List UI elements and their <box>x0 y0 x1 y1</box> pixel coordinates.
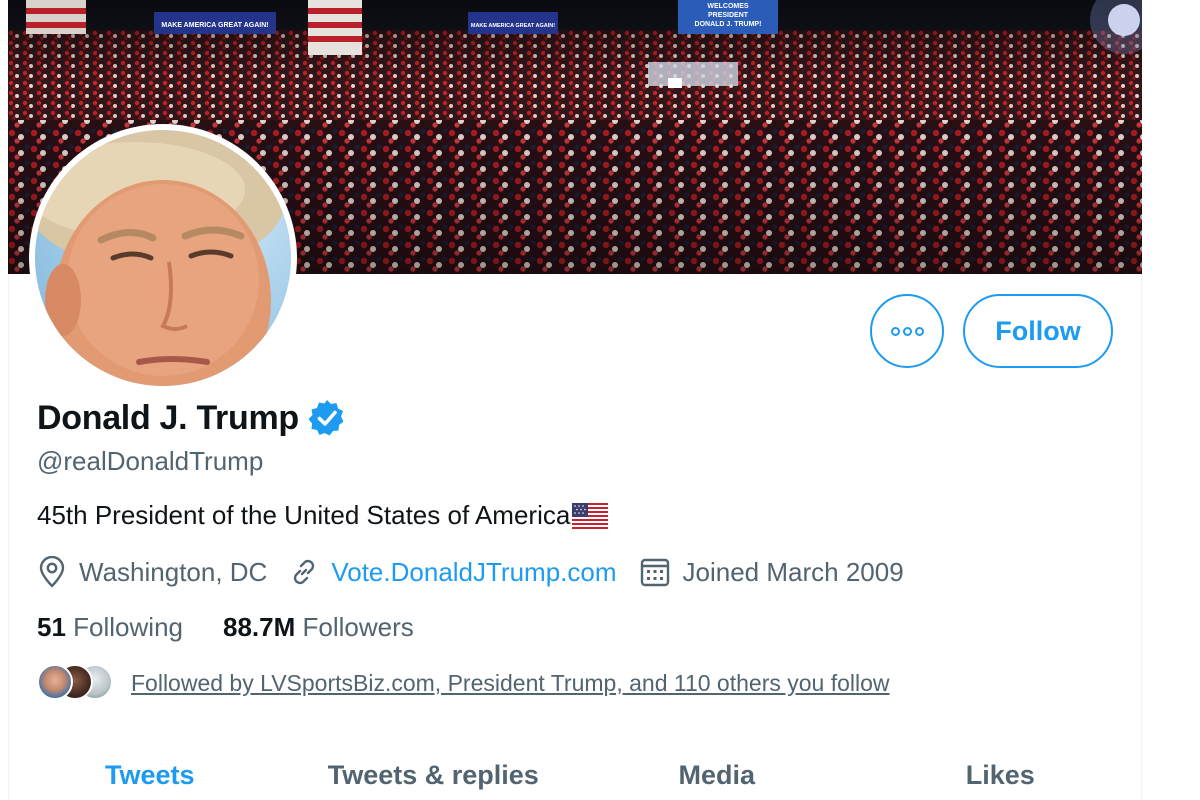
followed-by-link[interactable]: Followed by LVSportsBiz.com, President T… <box>131 670 890 697</box>
location-item: Washington, DC <box>37 556 267 588</box>
name-row: Donald J. Trump <box>37 398 347 438</box>
followed-by-row: Followed by LVSportsBiz.com, President T… <box>37 664 890 702</box>
tab-tweets[interactable]: Tweets <box>8 752 292 800</box>
display-name: Donald J. Trump <box>37 398 299 437</box>
following-count: 51 <box>37 612 66 642</box>
following-label: Following <box>73 612 183 642</box>
verified-badge-icon <box>308 400 344 436</box>
banner-sign-4: PRESIDENT <box>708 12 749 19</box>
location-pin-icon <box>39 556 65 588</box>
following-stat[interactable]: 51 Following <box>37 612 183 643</box>
more-options-button[interactable] <box>870 294 944 368</box>
link-icon <box>294 559 315 585</box>
banner-sign-5: DONALD J. TRUMP! <box>695 21 762 28</box>
joined-text: Joined March 2009 <box>682 556 904 587</box>
tab-tweets-and-replies[interactable]: Tweets & replies <box>292 752 576 800</box>
profile-meta: Washington, DC Vote.DonaldJTrump.com Joi… <box>37 556 926 588</box>
follow-stats: 51 Following 88.7M Followers <box>37 612 454 643</box>
website-link[interactable]: Vote.DonaldJTrump.com <box>331 557 616 588</box>
banner-sign-1: MAKE AMERICA GREAT AGAIN! <box>161 22 268 29</box>
profile-bio: 45th President of the United States of A… <box>37 500 609 531</box>
followers-count: 88.7M <box>222 612 296 642</box>
joined-item: Joined March 2009 <box>639 556 904 588</box>
followed-by-avatars[interactable] <box>37 664 121 702</box>
profile-tabs: Tweets Tweets & replies Media Likes <box>8 752 1142 800</box>
website-item: Vote.DonaldJTrump.com <box>289 557 617 588</box>
location-text: Washington, DC <box>79 556 268 587</box>
followers-stat[interactable]: 88.7M Followers <box>223 612 414 643</box>
user-handle: @realDonaldTrump <box>37 446 264 476</box>
us-flag-icon <box>572 502 609 529</box>
profile-avatar[interactable] <box>29 124 297 392</box>
follower-avatar-1 <box>37 664 73 700</box>
followers-label: Followers <box>302 612 414 642</box>
avatar-photo <box>35 130 291 386</box>
tab-likes[interactable]: Likes <box>859 752 1143 800</box>
banner-sign-2: MAKE AMERICA GREAT AGAIN! <box>471 23 555 29</box>
calendar-icon <box>640 558 669 587</box>
follow-button[interactable]: Follow <box>963 294 1113 368</box>
more-horizontal-icon <box>890 326 924 336</box>
bio-text: 45th President of the United States of A… <box>37 500 571 530</box>
banner-sign-3: WELCOMES <box>707 3 749 10</box>
tab-media[interactable]: Media <box>575 752 859 800</box>
